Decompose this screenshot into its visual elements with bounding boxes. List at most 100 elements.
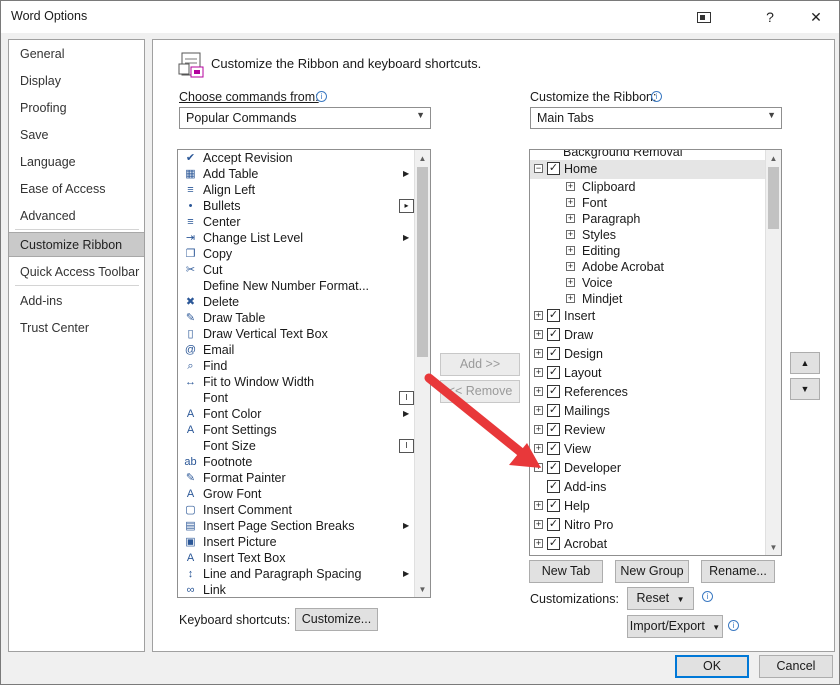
nav-item-proofing[interactable]: Proofing	[9, 96, 144, 121]
scroll-up-icon[interactable]: ▲	[766, 150, 781, 166]
nav-item-save[interactable]: Save	[9, 123, 144, 148]
tree-row-insert[interactable]: + ✓ Insert	[530, 307, 765, 326]
command-item[interactable]: ✂ Cut	[178, 262, 414, 278]
command-item[interactable]: Font Size I	[178, 438, 414, 454]
command-item[interactable]: ✖ Delete	[178, 294, 414, 310]
expand-icon[interactable]: +	[534, 539, 543, 548]
command-item[interactable]: Font I	[178, 390, 414, 406]
nav-item-general[interactable]: General	[9, 42, 144, 67]
commands-list[interactable]: ✔ Accept Revision ▦ Add Table ▶ ≡ Align Left • B…	[177, 149, 431, 598]
expand-icon[interactable]: +	[534, 501, 543, 510]
info-icon[interactable]: i	[702, 591, 713, 602]
tree-row-layout[interactable]: + ✓ Layout	[530, 364, 765, 383]
expand-icon[interactable]: +	[534, 444, 543, 453]
tree-row-mindjet[interactable]: + Mindjet	[530, 291, 765, 307]
tab-checkbox[interactable]: ✓	[547, 328, 560, 341]
tree-row-draw[interactable]: + ✓ Draw	[530, 326, 765, 345]
tab-checkbox[interactable]: ✓	[547, 499, 560, 512]
reset-button[interactable]: Reset ▼	[627, 587, 694, 610]
move-down-button[interactable]: ▼	[790, 378, 820, 400]
expand-icon[interactable]: +	[534, 330, 543, 339]
nav-item-customize-ribbon[interactable]: Customize Ribbon	[9, 232, 144, 257]
ribbon-tabs-dropdown[interactable]: Main Tabs ▼	[530, 107, 782, 129]
customize-keyboard-button[interactable]: Customize...	[295, 608, 378, 631]
tab-checkbox[interactable]: ✓	[547, 385, 560, 398]
ribbon-tree[interactable]: Background Removal − ✓ Home + Clipboard + Font…	[529, 149, 782, 556]
command-item[interactable]: ▣ Insert Picture	[178, 534, 414, 550]
expand-icon[interactable]: +	[534, 368, 543, 377]
tab-checkbox[interactable]: ✓	[547, 162, 560, 175]
info-icon[interactable]: i	[728, 620, 739, 631]
scroll-down-icon[interactable]: ▼	[766, 539, 781, 555]
tree-row-adobe-acrobat[interactable]: + Adobe Acrobat	[530, 259, 765, 275]
command-item[interactable]: ↔ Fit to Window Width	[178, 374, 414, 390]
scroll-thumb[interactable]	[417, 167, 428, 357]
tab-checkbox[interactable]: ✓	[547, 404, 560, 417]
command-item[interactable]: ab Footnote	[178, 454, 414, 470]
command-item[interactable]: ▢ Insert Comment	[178, 502, 414, 518]
tree-row-references[interactable]: + ✓ References	[530, 383, 765, 402]
nav-item-add-ins[interactable]: Add-ins	[9, 289, 144, 314]
command-item[interactable]: ▦ Add Table ▶	[178, 166, 414, 182]
close-button[interactable]: ✕	[793, 1, 839, 33]
tab-checkbox[interactable]: ✓	[547, 347, 560, 360]
collapse-icon[interactable]: −	[534, 164, 543, 173]
restore-icon[interactable]	[681, 1, 727, 33]
tab-checkbox[interactable]: ✓	[547, 480, 560, 493]
scroll-thumb[interactable]	[768, 167, 779, 229]
command-item[interactable]: ▤ Insert Page Section Breaks ▶	[178, 518, 414, 534]
expand-icon[interactable]: +	[534, 349, 543, 358]
expand-icon[interactable]: +	[566, 246, 575, 255]
command-item[interactable]: ≡ Align Left	[178, 182, 414, 198]
nav-item-ease-of-access[interactable]: Ease of Access	[9, 177, 144, 202]
tree-row-voice[interactable]: + Voice	[530, 275, 765, 291]
command-item[interactable]: ✎ Format Painter	[178, 470, 414, 486]
command-item[interactable]: A Grow Font	[178, 486, 414, 502]
nav-item-quick-access-toolbar[interactable]: Quick Access Toolbar	[9, 260, 144, 285]
nav-item-display[interactable]: Display	[9, 69, 144, 94]
command-item[interactable]: ⇥ Change List Level ▶	[178, 230, 414, 246]
expand-icon[interactable]: +	[566, 278, 575, 287]
tree-row-add-ins[interactable]: ✓ Add-ins	[530, 478, 765, 497]
move-up-button[interactable]: ▲	[790, 352, 820, 374]
command-item[interactable]: A Insert Text Box	[178, 550, 414, 566]
tree-row-nitro-pro[interactable]: + ✓ Nitro Pro	[530, 516, 765, 535]
ok-button[interactable]: OK	[675, 655, 749, 678]
tree-row-help[interactable]: + ✓ Help	[530, 497, 765, 516]
expand-icon[interactable]: +	[566, 214, 575, 223]
expand-icon[interactable]: +	[566, 294, 575, 303]
cancel-button[interactable]: Cancel	[759, 655, 833, 678]
info-icon[interactable]: i	[651, 91, 662, 102]
new-tab-button[interactable]: New Tab	[529, 560, 603, 583]
command-item[interactable]: ↕ Line and Paragraph Spacing ▶	[178, 566, 414, 582]
help-button[interactable]: ?	[747, 1, 793, 33]
ribbon-tree-scrollbar[interactable]: ▲ ▼	[765, 150, 781, 555]
tree-row-clipboard[interactable]: + Clipboard	[530, 179, 765, 195]
tab-checkbox[interactable]: ✓	[547, 423, 560, 436]
command-item[interactable]: A Font Color ▶	[178, 406, 414, 422]
expand-icon[interactable]: +	[534, 463, 543, 472]
tab-checkbox[interactable]: ✓	[547, 518, 560, 531]
expand-icon[interactable]: +	[566, 182, 575, 191]
remove-button[interactable]: << Remove	[440, 380, 520, 403]
command-item[interactable]: ✔ Accept Revision	[178, 150, 414, 166]
command-item[interactable]: ∞ Link	[178, 582, 414, 597]
tree-row-styles[interactable]: + Styles	[530, 227, 765, 243]
expand-icon[interactable]: +	[534, 425, 543, 434]
tree-row-design[interactable]: + ✓ Design	[530, 345, 765, 364]
tab-checkbox[interactable]: ✓	[547, 537, 560, 550]
command-item[interactable]: ✎ Draw Table	[178, 310, 414, 326]
expand-icon[interactable]: +	[534, 406, 543, 415]
info-icon[interactable]: i	[316, 91, 327, 102]
commands-scrollbar[interactable]: ▲ ▼	[414, 150, 430, 597]
tab-checkbox[interactable]: ✓	[547, 461, 560, 474]
tree-row-paragraph[interactable]: + Paragraph	[530, 211, 765, 227]
expand-icon[interactable]: +	[566, 230, 575, 239]
tree-row-home[interactable]: − ✓ Home	[530, 160, 765, 179]
import-export-button[interactable]: Import/Export ▼	[627, 615, 723, 638]
command-item[interactable]: ≡ Center	[178, 214, 414, 230]
tab-checkbox[interactable]: ✓	[547, 442, 560, 455]
expand-icon[interactable]: +	[566, 262, 575, 271]
tree-row-acrobat[interactable]: + ✓ Acrobat	[530, 535, 765, 554]
nav-item-language[interactable]: Language	[9, 150, 144, 175]
